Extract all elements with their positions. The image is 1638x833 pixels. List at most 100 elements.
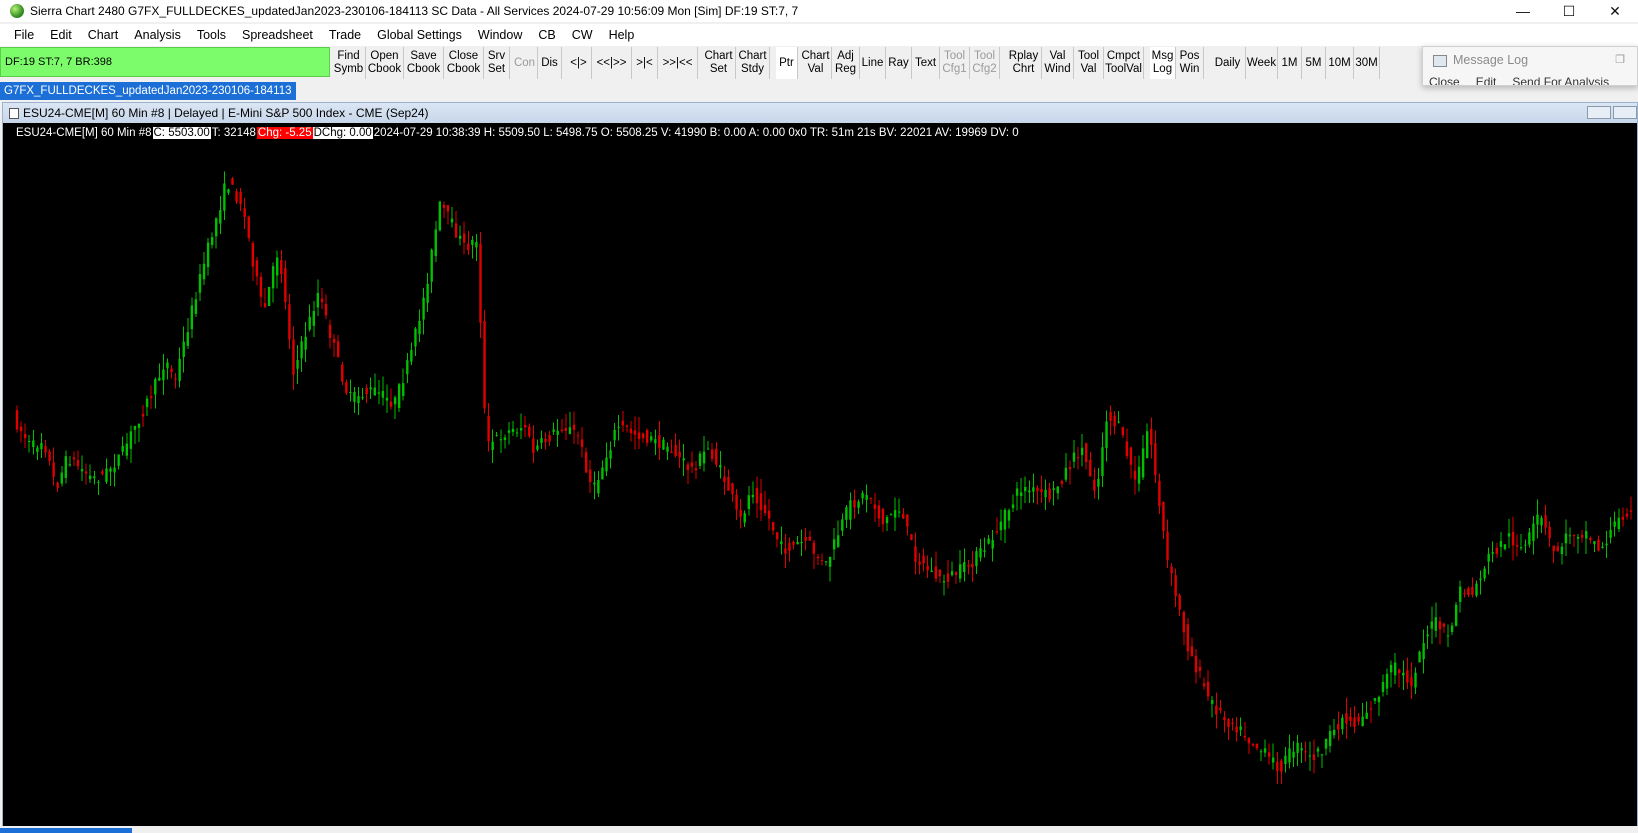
candle-body [885, 517, 889, 524]
price-chart[interactable] [3, 123, 1637, 827]
candle-body [1129, 447, 1133, 465]
toolbar-button-close-cbook[interactable]: Close Cbook [444, 47, 484, 79]
candle-body [137, 423, 141, 428]
restore-icon[interactable]: ❐ [1615, 53, 1625, 66]
candle-body [219, 210, 222, 224]
candle-body [479, 243, 482, 323]
toolbar-button-save-cbook[interactable]: Save Cbook [404, 47, 444, 79]
chart-minimize-button[interactable] [1587, 106, 1611, 119]
toolbar-button-pos-win[interactable]: Pos Win [1176, 47, 1204, 79]
candle-body [1231, 722, 1234, 724]
toolbar-button-[interactable]: >>|<< [658, 47, 698, 79]
toolbar-button-[interactable]: >|< [632, 47, 658, 79]
candle-body [495, 435, 498, 437]
candle-body [28, 440, 31, 442]
toolbar-button-line2: Chrt [1012, 63, 1035, 75]
menu-chart[interactable]: Chart [80, 28, 127, 42]
toolbar-button-line1: Con [513, 56, 536, 69]
menu-global-settings[interactable]: Global Settings [369, 28, 470, 42]
menu-analysis[interactable]: Analysis [126, 28, 189, 42]
toolbar-button-srv-set[interactable]: Srv Set [484, 47, 510, 79]
close-button[interactable]: ✕ [1592, 0, 1638, 22]
candle-body [1377, 696, 1381, 703]
candle-body [906, 514, 909, 527]
toolbar-button-line1: Text [914, 56, 937, 69]
candle-body [1442, 623, 1446, 627]
info-close: C: 5503.00 [152, 127, 211, 139]
toolbar-button-chart-stdy[interactable]: Chart Stdy [736, 47, 770, 79]
candle-body [568, 427, 572, 434]
candle-body [154, 379, 157, 395]
candle-body [113, 467, 116, 473]
toolbar-button-1m[interactable]: 1M [1278, 47, 1302, 79]
toolbar-button-30m[interactable]: 30M [1354, 47, 1380, 79]
toolbar-button-adj-reg[interactable]: Adj Reg [832, 47, 860, 79]
toolbar-button-10m[interactable]: 10M [1326, 47, 1354, 79]
toolbar-button-line[interactable]: Line [860, 47, 886, 79]
toolbar-button-5m[interactable]: 5M [1302, 47, 1326, 79]
minimize-button[interactable]: — [1500, 0, 1546, 22]
toolbar-button-ray[interactable]: Ray [886, 47, 912, 79]
toolbar-button-chart-val[interactable]: Chart Val [800, 47, 832, 79]
toolbar-button-cmpct-toolval[interactable]: Cmpct ToolVal [1104, 47, 1144, 79]
toolbar-button-line1: Tool [943, 50, 966, 62]
candle-body [336, 341, 340, 358]
toolbar-button-chart-set[interactable]: Chart Set [702, 47, 736, 79]
menu-tools[interactable]: Tools [189, 28, 234, 42]
toolbar-button-con[interactable]: Con [512, 47, 538, 79]
candle-body [861, 493, 864, 499]
toolbar-button-[interactable]: <<|>> [592, 47, 632, 79]
toolbar-button-tool-val[interactable]: Tool Val [1074, 47, 1104, 79]
toolbar-button-find-symb[interactable]: Find Symb [332, 47, 366, 79]
toolbar-button-line2: Wind [1044, 63, 1071, 75]
candle-body [186, 332, 189, 346]
candle-body [406, 360, 409, 375]
candle-body [332, 338, 336, 343]
message-log-window[interactable]: Message Log ❐ Close Edit Send For Analys… [1422, 46, 1638, 86]
candle-body [353, 392, 356, 402]
menu-cw[interactable]: CW [564, 28, 601, 42]
chart-area[interactable]: ESU24-CME[M] 60 Min #8 C: 5503.00 T: 321… [3, 123, 1637, 827]
candle-body [796, 542, 799, 545]
menu-edit[interactable]: Edit [42, 28, 80, 42]
candle-body [402, 383, 405, 396]
menu-help[interactable]: Help [601, 28, 643, 42]
toolbar-button-open-cbook[interactable]: Open Cbook [366, 47, 404, 79]
message-log-send-for-analysis[interactable]: Send For Analysis [1512, 75, 1609, 85]
menu-file[interactable]: File [6, 28, 42, 42]
toolbar-button-[interactable]: <|> [566, 47, 592, 79]
candle-body [1166, 531, 1169, 560]
toolbar-button-val-wind[interactable]: Val Wind [1042, 47, 1074, 79]
candle-body [727, 476, 730, 491]
menu-spreadsheet[interactable]: Spreadsheet [234, 28, 321, 42]
message-log-edit[interactable]: Edit [1476, 75, 1497, 85]
maximize-button[interactable]: ☐ [1546, 0, 1592, 22]
candle-body [349, 392, 352, 394]
menu-window[interactable]: Window [470, 28, 530, 42]
bottom-scrollbar[interactable] [0, 826, 1638, 833]
toolbar-button-msg-log[interactable]: Msg Log [1150, 47, 1176, 79]
candle-body [1568, 535, 1572, 537]
chart-restore-button[interactable] [1613, 106, 1637, 119]
toolbar-button-text[interactable]: Text [912, 47, 940, 79]
candle-body [174, 378, 177, 380]
toolbar-button-tool-cfg1[interactable]: Tool Cfg1 [940, 47, 970, 79]
candle-body [280, 260, 283, 275]
menu-trade[interactable]: Trade [321, 28, 369, 42]
menu-cb[interactable]: CB [530, 28, 563, 42]
scrollbar-thumb[interactable] [0, 828, 132, 833]
toolbar-button-week[interactable]: Week [1246, 47, 1278, 79]
toolbar-button-ptr[interactable]: Ptr [776, 47, 798, 79]
candle-body [1121, 427, 1125, 436]
toolbar-button-daily[interactable]: Daily [1210, 47, 1246, 79]
toolbar-button-rplay-chrt[interactable]: Rplay Chrt [1006, 47, 1042, 79]
message-log-close[interactable]: Close [1429, 75, 1460, 85]
chartbook-tab[interactable]: G7FX_FULLDECKES_updatedJan2023-230106-18… [0, 82, 296, 100]
toolbar-button-tool-cfg2[interactable]: Tool Cfg2 [970, 47, 1000, 79]
toolbar-button-dis[interactable]: Dis [538, 47, 562, 79]
candle-body [1105, 421, 1108, 449]
candle-body [1515, 544, 1519, 547]
candle-body [625, 425, 629, 427]
candle-body [1003, 509, 1007, 530]
candle-body [68, 464, 72, 466]
